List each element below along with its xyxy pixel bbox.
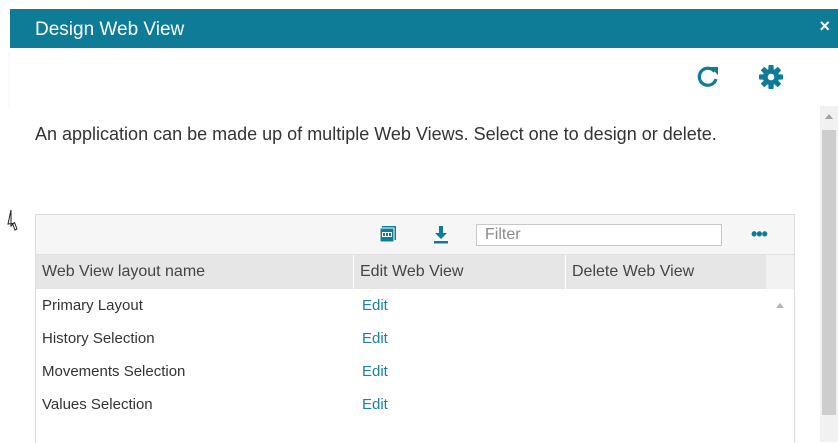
export-download-button[interactable] bbox=[432, 224, 450, 244]
dialog-scrollbar[interactable] bbox=[820, 106, 838, 442]
web-view-grid: ••• Web View layout name Edit Web View D… bbox=[35, 214, 795, 443]
dialog-content: An application can be made up of multipl… bbox=[10, 106, 820, 443]
column-header-layout-name[interactable]: Web View layout name bbox=[36, 255, 354, 289]
intro-text: An application can be made up of multipl… bbox=[35, 124, 717, 144]
top-margin bbox=[10, 0, 838, 9]
settings-button[interactable] bbox=[756, 62, 786, 92]
filter-input[interactable] bbox=[476, 224, 722, 246]
scroll-up-icon[interactable] bbox=[825, 114, 833, 119]
scrollbar-thumb[interactable] bbox=[822, 130, 836, 415]
cell-layout-name: History Selection bbox=[42, 330, 155, 347]
column-header-edit-web-view[interactable]: Edit Web View bbox=[354, 255, 566, 289]
grid-toolbar: ••• bbox=[36, 215, 794, 255]
edit-link[interactable]: Edit bbox=[362, 330, 388, 347]
table-row[interactable]: Movements Selection Edit bbox=[36, 355, 766, 388]
refresh-icon bbox=[697, 66, 718, 87]
cell-layout-name: Primary Layout bbox=[42, 297, 143, 314]
table-row[interactable]: Primary Layout Edit bbox=[36, 289, 766, 322]
close-button[interactable]: × bbox=[819, 16, 830, 37]
table-row[interactable]: Values Selection Edit bbox=[36, 388, 766, 421]
export-pdf-button[interactable] bbox=[379, 225, 397, 243]
grid-scroll-up-icon[interactable] bbox=[776, 303, 784, 308]
edit-link[interactable]: Edit bbox=[362, 363, 388, 380]
grid-body: Primary Layout Edit History Selection Ed… bbox=[36, 289, 766, 443]
pdf-icon bbox=[379, 226, 396, 243]
more-options-icon[interactable]: ••• bbox=[751, 224, 768, 245]
design-web-view-dialog: Design Web View × An application can be … bbox=[10, 9, 838, 443]
cell-layout-name: Movements Selection bbox=[42, 363, 186, 380]
edit-link[interactable]: Edit bbox=[362, 396, 388, 413]
dialog-titlebar: Design Web View × bbox=[10, 9, 838, 48]
dialog-title: Design Web View bbox=[35, 19, 185, 40]
refresh-button[interactable] bbox=[693, 62, 723, 92]
table-row[interactable]: History Selection Edit bbox=[36, 322, 766, 355]
mouse-cursor-icon bbox=[7, 209, 18, 231]
dialog-toolbar bbox=[10, 48, 838, 106]
cell-layout-name: Values Selection bbox=[42, 396, 153, 413]
grid-scrollbar[interactable] bbox=[766, 289, 794, 443]
download-icon bbox=[434, 226, 448, 244]
gear-icon bbox=[759, 65, 783, 89]
grid-header-gutter bbox=[766, 255, 794, 289]
edit-link[interactable]: Edit bbox=[362, 297, 388, 314]
column-header-delete-web-view[interactable]: Delete Web View bbox=[566, 255, 766, 289]
grid-header: Web View layout name Edit Web View Delet… bbox=[36, 255, 766, 289]
